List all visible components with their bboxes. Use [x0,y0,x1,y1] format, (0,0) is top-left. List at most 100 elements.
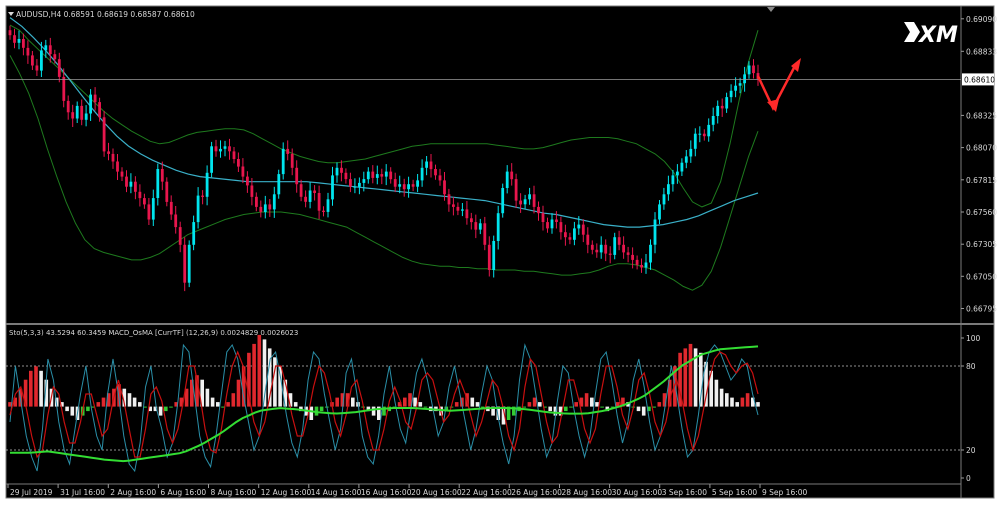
candle-body [402,184,406,190]
price-tick-label: 0.67560 [966,208,997,217]
candle-body [711,116,715,125]
candle-body [93,94,97,103]
time-tick-label: 20 Aug 16:00 [411,488,462,497]
candle-body [501,188,505,214]
osma-bar [169,406,173,408]
candle-body [667,184,670,195]
osma-bar [470,397,475,407]
candle-body [196,195,200,223]
candle-body [519,200,522,205]
candle-body [416,180,419,187]
candle-body [340,167,343,173]
candle-body [89,94,92,114]
candle-body [716,105,720,116]
candle-body [702,133,706,137]
candle-body [707,124,711,137]
osma-bar [158,406,163,416]
candle-body [375,174,379,178]
candle-body [640,265,643,268]
osma-bar [351,397,355,407]
candle-body [487,244,491,270]
candle-body [237,159,240,167]
candle-body [550,219,554,229]
candle-body [622,244,625,253]
candle-body [546,222,549,229]
osma-bar [236,379,241,407]
candle-body [326,199,330,212]
osma-bar [309,406,314,420]
candle-body [411,184,415,187]
candle-body [496,213,500,241]
candle-body [174,214,178,228]
candle-body [228,146,231,152]
candle-body [22,39,25,48]
candle-body [134,181,137,192]
candle-body [752,65,755,74]
price-tick-label: 0.67815 [966,176,997,185]
candle-body [214,146,218,152]
candle-body [514,179,518,201]
osma-bar [532,397,537,407]
candle-body [40,50,43,71]
osma-bar [371,406,376,416]
candle-body [178,227,182,245]
candle-body [407,184,410,190]
sub-panel-label: Sto(5,3,3) 43.5294 60.3459 MACD_OsMA [Cu… [9,329,298,337]
candle-body [281,148,285,175]
osma-bar [569,406,573,408]
time-tick-label: 2 Aug 16:00 [110,488,156,497]
candle-body [259,206,263,212]
candle-body [138,191,142,199]
candle-body [192,222,196,245]
candle-body [461,209,464,211]
candle-body [349,179,352,187]
osma-bar [590,397,594,407]
candle-body [729,90,733,98]
osma-bar [548,406,552,412]
candle-body [510,171,514,180]
candle-body [107,151,110,154]
candle-body [147,204,151,220]
candle-body [617,237,621,245]
osma-bar [574,402,578,407]
candle-body [201,195,204,197]
candle-body [71,112,75,119]
candle-body [143,198,146,205]
candle-body [653,219,657,245]
price-tick-label: 0.67050 [966,272,997,281]
candle-body [169,201,173,215]
candle-body [443,180,446,195]
candle-body [438,175,442,181]
current-price-label: 0.68610 [964,75,995,84]
time-tick-label: 28 Aug 16:00 [562,488,613,497]
chart-svg: 0.68610 0.69090 0.68833 0.68325 0.68070 0.67… [5,5,997,499]
osma-bar [231,393,236,407]
candle-body [470,218,473,223]
osma-bar [714,379,719,407]
osma-bar [527,402,532,407]
price-tick-label: 0.68325 [966,111,997,120]
candle-body [452,204,455,207]
oscillator-tick-label: 0 [966,474,971,483]
candle-body [398,184,402,187]
candle-body [205,172,209,197]
osma-bar [725,393,729,407]
time-tick-label: 5 Sep 16:00 [712,488,758,497]
candle-body [371,171,375,178]
osma-bar [335,397,339,407]
time-tick-label: 31 Jul 16:00 [60,488,105,497]
osma-bar [735,402,739,407]
candle-body [335,167,339,176]
candle-body [290,153,294,168]
osma-bar [475,402,480,407]
candle-body [165,181,169,202]
candle-body [151,198,155,220]
candle-body [599,244,603,253]
candle-body [299,184,303,197]
osma-bar [652,406,656,408]
time-tick-label: 26 Aug 16:00 [511,488,562,497]
candle-body [590,244,594,250]
candle-body [429,161,433,170]
osma-bar [252,343,256,407]
time-tick-label: 6 Aug 16:00 [160,488,206,497]
